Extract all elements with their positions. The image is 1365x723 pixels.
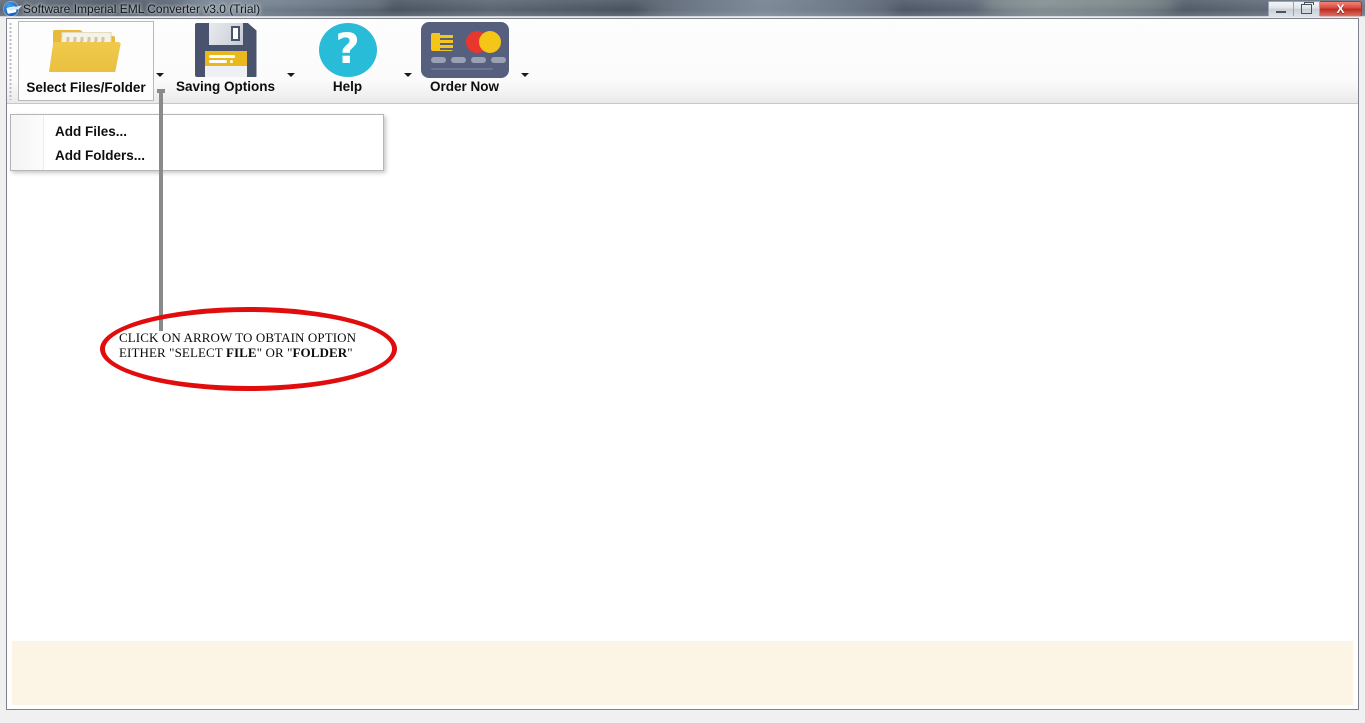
chevron-down-icon-order-now[interactable] [521, 73, 529, 77]
dropdown-menu-select-files-folder: Add Files... Add Folders... [10, 114, 384, 171]
toolbar-button-help[interactable]: ? Help [301, 21, 394, 101]
toolbar-label-help: Help [332, 79, 363, 94]
chevron-down-icon-select-files-folder[interactable] [156, 73, 164, 77]
annotation-text: CLICK ON ARROW TO OBTAIN OPTION EITHER "… [119, 330, 381, 360]
minimize-button[interactable] [1268, 1, 1294, 17]
menu-item-add-files[interactable]: Add Files... [55, 121, 127, 143]
window-client-area: Select Files/Folder Saving Options ? Hel… [6, 18, 1359, 710]
annotation-line-2-prefix: EITHER "SELECT [119, 345, 226, 360]
toolbar: Select Files/Folder Saving Options ? Hel… [7, 19, 1358, 104]
annotation-line-2-middle: " OR " [256, 345, 293, 360]
envelope-icon [4, 2, 18, 16]
maximize-icon [1301, 2, 1314, 14]
title-bar[interactable]: Software Imperial EML Converter v3.0 (Tr… [0, 0, 1365, 18]
toolbar-button-order-now[interactable]: Order Now [418, 21, 511, 101]
window-controls: X [1268, 1, 1362, 17]
glass-blur-2 [640, 2, 900, 18]
credit-card-icon [418, 21, 511, 79]
close-button[interactable]: X [1320, 1, 1362, 17]
annotation-pointer-line [159, 91, 163, 331]
annotation-keyword-file: FILE [225, 345, 257, 360]
bottom-status-panel [12, 641, 1353, 705]
toolbar-label-saving-options: Saving Options [175, 79, 275, 94]
menu-item-add-folders[interactable]: Add Folders... [55, 145, 145, 167]
question-mark-icon: ? [301, 21, 394, 79]
application-window: Software Imperial EML Converter v3.0 (Tr… [0, 0, 1365, 723]
minimize-icon [1276, 10, 1286, 13]
toolbar-label-select-files-folder: Select Files/Folder [26, 80, 146, 95]
glass-blur-3 [980, 0, 1180, 16]
maximize-button[interactable] [1294, 1, 1320, 17]
window-title: Software Imperial EML Converter v3.0 (Tr… [23, 2, 261, 16]
annotation-keyword-folder: FOLDER [292, 345, 348, 360]
menu-icon-gutter [11, 115, 44, 170]
chevron-down-icon-saving-options[interactable] [287, 73, 295, 77]
toolbar-button-select-files-folder[interactable]: Select Files/Folder [18, 21, 154, 101]
annotation-line-2-suffix: " [347, 345, 353, 360]
floppy-disk-icon [169, 21, 282, 79]
close-icon: X [1336, 2, 1345, 16]
toolbar-button-saving-options[interactable]: Saving Options [169, 21, 282, 101]
folder-open-icon [19, 22, 153, 80]
toolbar-grip[interactable] [9, 22, 12, 100]
chevron-down-icon-help[interactable] [404, 73, 412, 77]
toolbar-label-order-now: Order Now [429, 79, 499, 94]
annotation-line-1: CLICK ON ARROW TO OBTAIN OPTION [119, 330, 357, 345]
main-content-area [7, 104, 1358, 709]
annotation-line-2: EITHER "SELECT FILE" OR "FOLDER" [119, 345, 381, 360]
